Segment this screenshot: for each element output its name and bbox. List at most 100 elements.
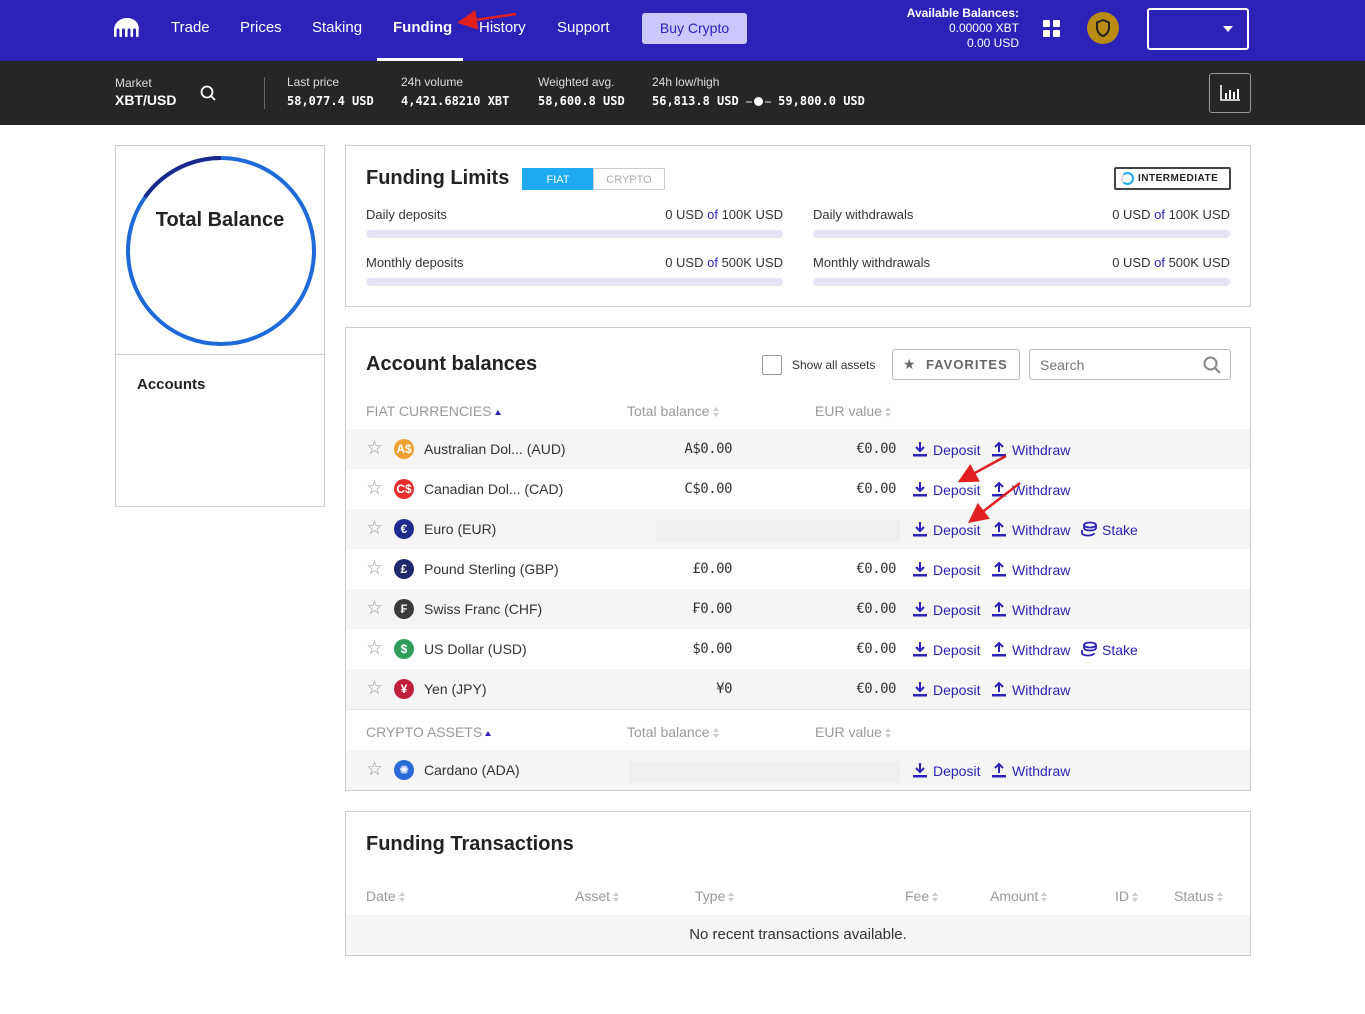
favorite-star-icon[interactable]: ☆ <box>366 760 383 780</box>
favorites-button[interactable]: ★ FAVORITES <box>892 349 1020 380</box>
stake-button[interactable]: Stake <box>1081 641 1138 658</box>
currency-name: Swiss Franc (CHF) <box>424 601 543 617</box>
favorite-star-icon[interactable]: ☆ <box>366 519 383 539</box>
kraken-logo-icon[interactable] <box>113 17 141 39</box>
currency-name: Canadian Dol... (CAD) <box>424 481 564 497</box>
volume-label: 24h volume <box>401 75 464 89</box>
withdraw-button[interactable]: Withdraw <box>991 762 1070 779</box>
account-selector-dropdown[interactable] <box>1147 8 1249 50</box>
eur-value: €0.00 <box>856 681 896 697</box>
fiat-currencies-header[interactable]: FIAT CURRENCIES <box>366 403 501 419</box>
withdraw-button[interactable]: Withdraw <box>991 561 1070 578</box>
deposit-button[interactable]: Deposit <box>912 601 980 618</box>
apps-grid-icon[interactable] <box>1043 20 1060 37</box>
nav-funding[interactable]: Funding <box>393 19 452 36</box>
favorite-star-icon[interactable]: ☆ <box>366 479 383 499</box>
tx-col-type[interactable]: Type <box>695 888 735 904</box>
deposit-button[interactable]: Deposit <box>912 641 980 658</box>
tx-col-date[interactable]: Date <box>366 888 405 904</box>
show-all-label[interactable]: Show all assets <box>792 358 875 372</box>
withdraw-button[interactable]: Withdraw <box>991 441 1070 458</box>
tx-col-id[interactable]: ID <box>1115 888 1138 904</box>
market-pair-selector[interactable]: XBT/USD <box>115 92 176 108</box>
favorite-star-icon[interactable]: ☆ <box>366 439 383 459</box>
tx-col-fee[interactable]: Fee <box>905 888 939 904</box>
show-all-checkbox[interactable] <box>762 355 782 375</box>
eur-value-header[interactable]: EUR value <box>815 724 891 740</box>
nav-support[interactable]: Support <box>557 19 610 36</box>
tx-col-amount[interactable]: Amount <box>990 888 1048 904</box>
total-balance-value: C$0.00 <box>684 481 732 497</box>
favorite-star-icon[interactable]: ☆ <box>366 559 383 579</box>
available-balances-title: Available Balances: <box>906 6 1019 20</box>
deposit-button[interactable]: Deposit <box>912 762 980 779</box>
eur-value: €0.00 <box>856 561 896 577</box>
total-balance-value: ¥0 <box>716 681 732 697</box>
favorites-label: FAVORITES <box>926 357 1008 372</box>
deposit-button[interactable]: Deposit <box>912 441 980 458</box>
header-label: Total balance <box>627 724 710 740</box>
withdraw-button[interactable]: Withdraw <box>991 481 1070 498</box>
upload-icon <box>991 441 1012 458</box>
chart-button[interactable] <box>1209 73 1251 113</box>
favorite-star-icon[interactable]: ☆ <box>366 599 383 619</box>
funding-transactions-card: Funding Transactions Date Asset Type Fee… <box>345 811 1251 956</box>
divider <box>346 709 1250 710</box>
withdraw-button[interactable]: Withdraw <box>991 601 1070 618</box>
deposit-button[interactable]: Deposit <box>912 561 980 578</box>
security-shield-icon[interactable] <box>1087 12 1119 44</box>
upload-icon <box>991 521 1012 538</box>
nav-prices[interactable]: Prices <box>240 19 282 36</box>
balance-row: ☆ ¥ Yen (JPY) ¥0 €0.00 Deposit Withdraw <box>346 669 1250 709</box>
limit-of: of <box>1154 207 1165 222</box>
deposit-button[interactable]: Deposit <box>912 521 980 538</box>
favorite-star-icon[interactable]: ☆ <box>366 679 383 699</box>
nav-history[interactable]: History <box>479 19 526 36</box>
account-balances-title: Account balances <box>366 353 538 375</box>
header-label: Status <box>1174 888 1214 904</box>
high-value: 59,800.0 USD <box>778 94 865 108</box>
balance-row: ☆ £ Pound Sterling (GBP) £0.00 €0.00 Deposit W… <box>346 549 1250 589</box>
search-icon[interactable] <box>1203 356 1221 374</box>
deposit-button[interactable]: Deposit <box>912 681 980 698</box>
search-icon[interactable] <box>200 85 216 101</box>
tx-col-asset[interactable]: Asset <box>575 888 620 904</box>
deposit-button[interactable]: Deposit <box>912 481 980 498</box>
total-balance-header[interactable]: Total balance <box>627 724 719 740</box>
search-input[interactable] <box>1030 350 1190 379</box>
balance-row: ☆ $ US Dollar (USD) $0.00 €0.00 Deposit Withdr… <box>346 629 1250 669</box>
stake-button[interactable]: Stake <box>1081 521 1138 538</box>
tx-col-status[interactable]: Status <box>1174 888 1223 904</box>
currency-icon: ¥ <box>394 679 414 699</box>
total-balance-header[interactable]: Total balance <box>627 403 719 419</box>
tab-crypto[interactable]: CRYPTO <box>593 168 665 190</box>
sort-icon <box>1132 892 1138 903</box>
balance-loading-placeholder <box>656 520 900 542</box>
nav-trade[interactable]: Trade <box>171 19 210 36</box>
withdraw-button[interactable]: Withdraw <box>991 641 1070 658</box>
deposit-label: Deposit <box>933 763 981 779</box>
buy-crypto-button[interactable]: Buy Crypto <box>642 13 747 44</box>
total-balance-value: ₣0.00 <box>692 601 732 617</box>
funding-limits-title: Funding Limits <box>366 167 510 189</box>
asset-search-field[interactable] <box>1029 349 1231 380</box>
header-label: ID <box>1115 888 1129 904</box>
sort-icon <box>712 728 719 739</box>
limit-max: 100K USD <box>1168 207 1230 222</box>
withdraw-button[interactable]: Withdraw <box>991 521 1070 538</box>
limit-value: 0 USD of 500K USD <box>1112 255 1230 270</box>
sort-icon <box>728 892 735 903</box>
nav-staking[interactable]: Staking <box>312 19 362 36</box>
header-label: EUR value <box>815 403 882 419</box>
favorite-star-icon[interactable]: ☆ <box>366 639 383 659</box>
withdraw-button[interactable]: Withdraw <box>991 681 1070 698</box>
eur-value-header[interactable]: EUR value <box>815 403 891 419</box>
weighted-avg-label: Weighted avg. <box>538 75 615 89</box>
deposit-label: Deposit <box>933 522 981 538</box>
download-icon <box>912 482 933 498</box>
header-label: Total balance <box>627 403 710 419</box>
sort-icon <box>398 892 405 903</box>
tab-fiat[interactable]: FIAT <box>522 168 594 190</box>
verification-tier-badge[interactable]: INTERMEDIATE <box>1114 167 1231 190</box>
crypto-assets-header[interactable]: CRYPTO ASSETS <box>366 724 492 740</box>
